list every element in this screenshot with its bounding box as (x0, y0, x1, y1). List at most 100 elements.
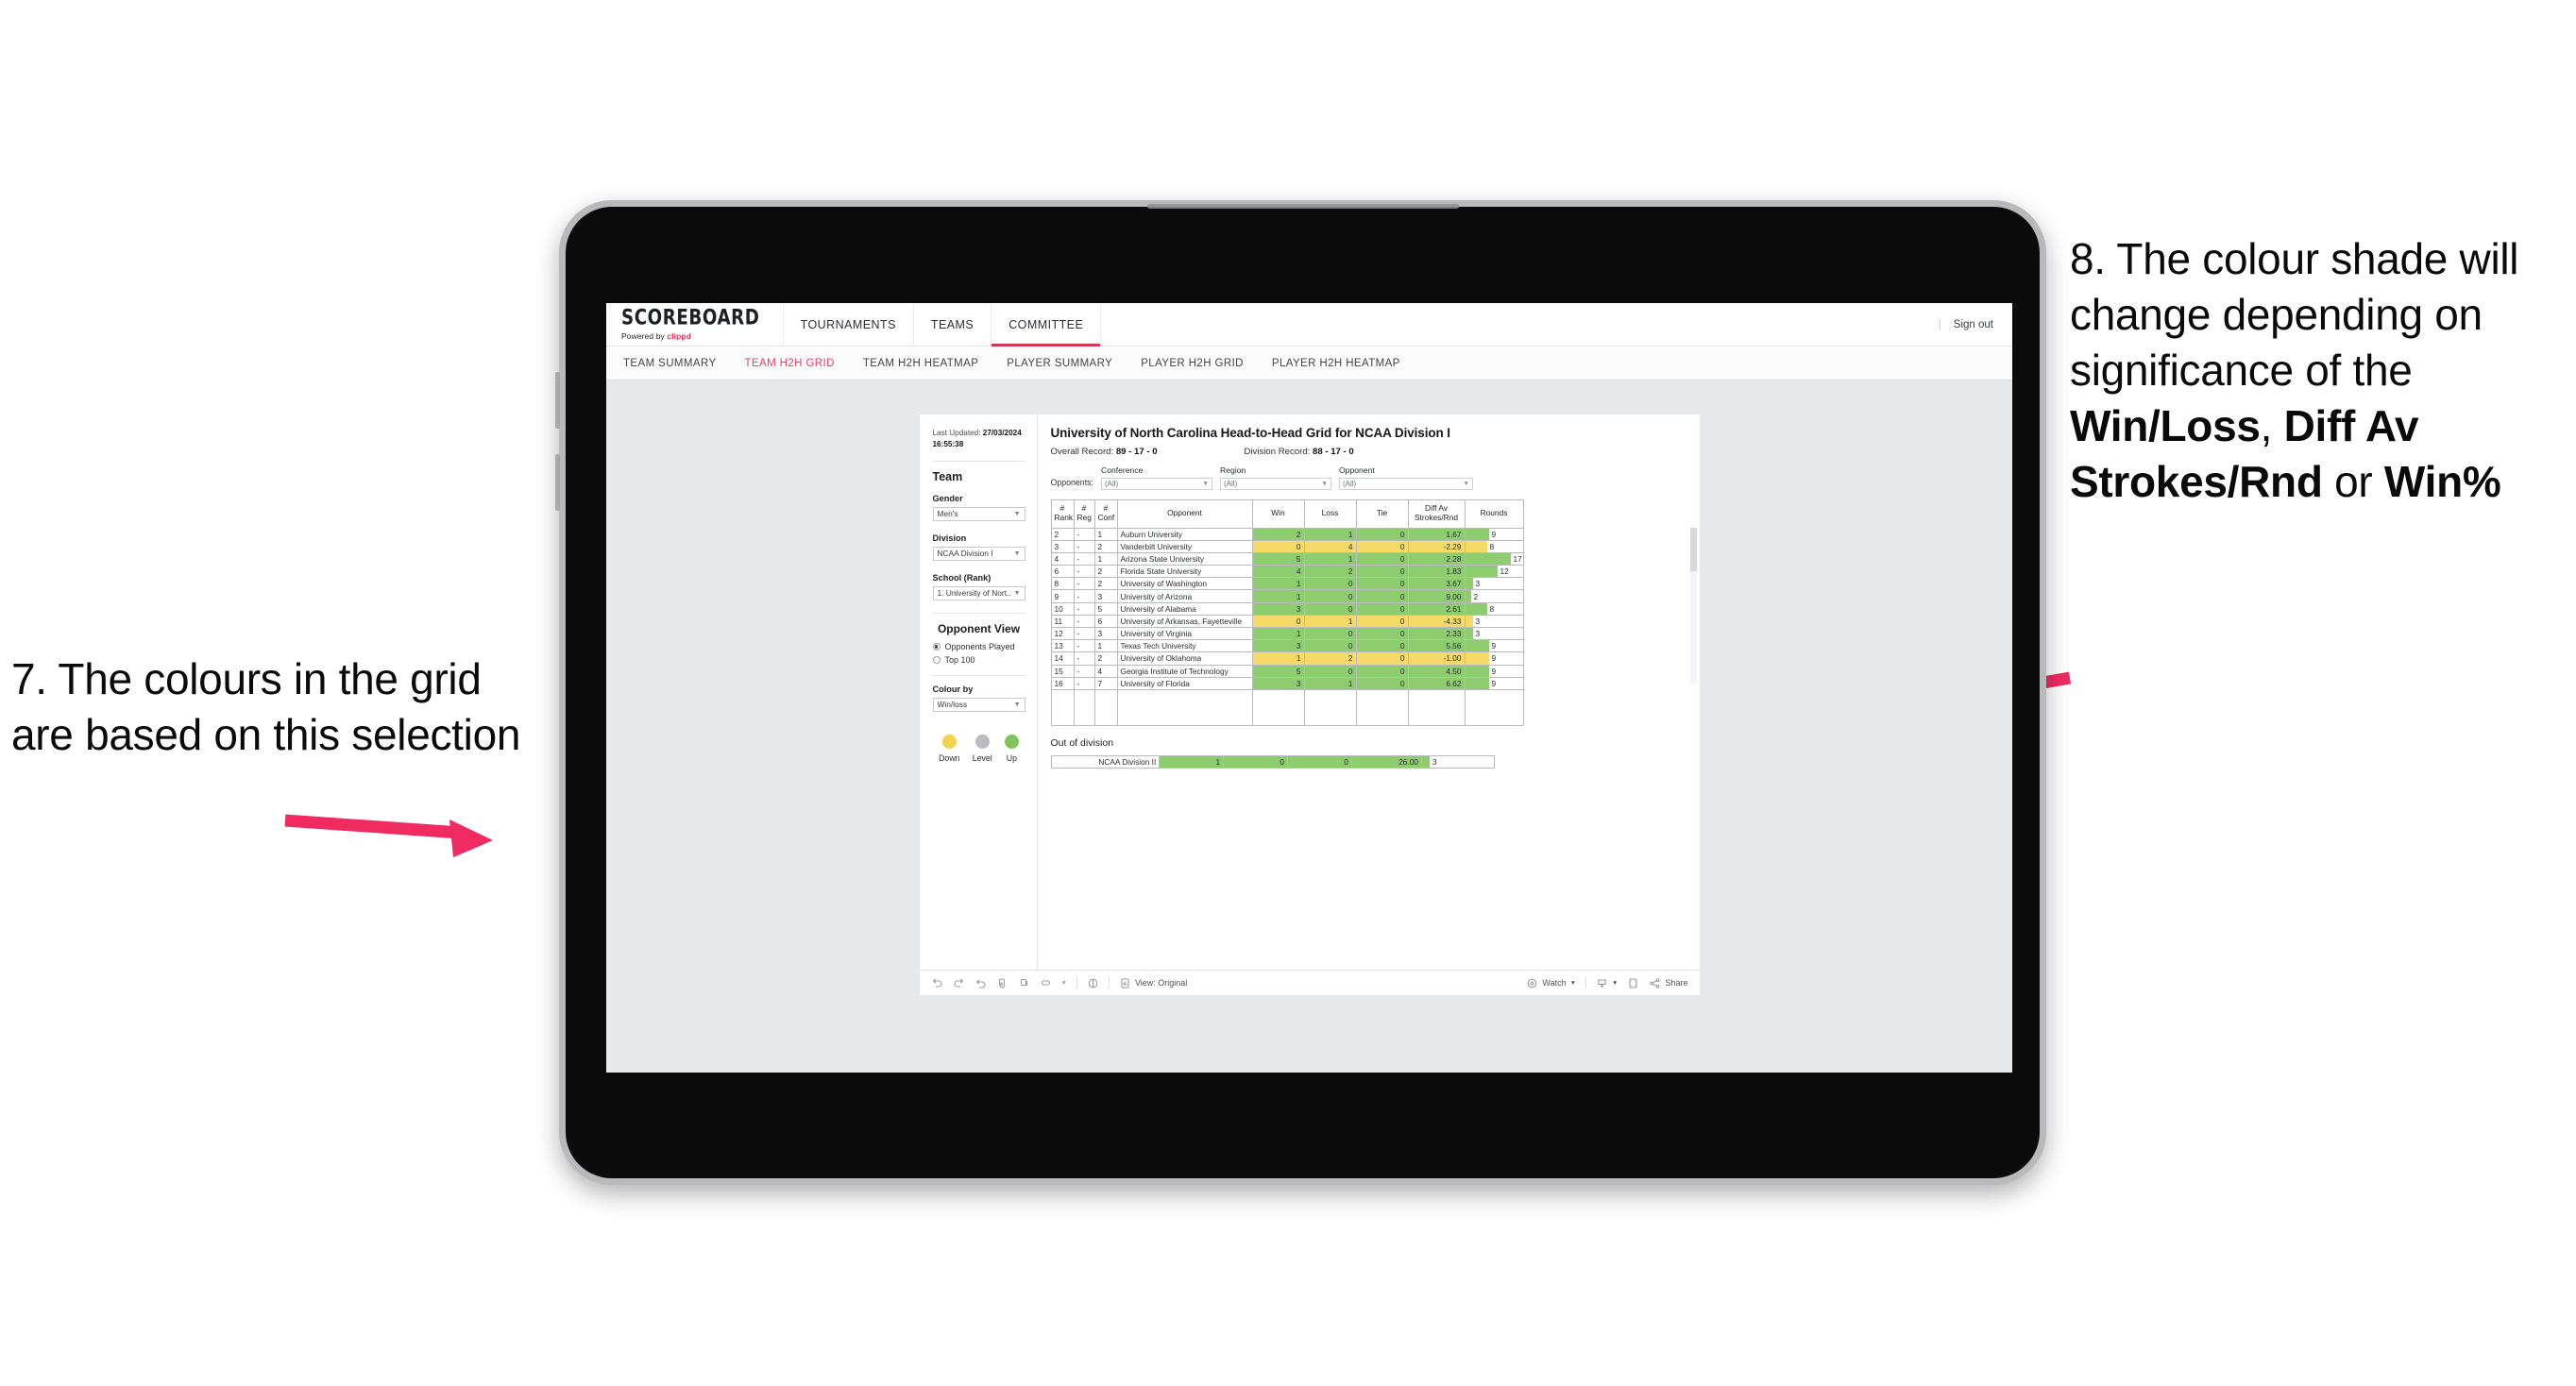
table-header-row: # Rank # Reg # Conf Opponent Win Loss Tie D… (1050, 499, 1524, 529)
view-original-button[interactable]: View: Original (1119, 977, 1187, 989)
cell-conf: 6 (1093, 614, 1118, 629)
cell-win: 4 (1251, 565, 1305, 579)
colour-by-select[interactable]: Win/loss ▼ (932, 697, 1025, 712)
cell-loss: 1 (1303, 551, 1357, 566)
table-row[interactable]: 4-1 Arizona State University 5 1 0 2.28 17 (1050, 551, 1524, 566)
nav-committee[interactable]: COMMITTEE (991, 303, 1102, 346)
chevron-down-icon: ▼ (1013, 510, 1021, 517)
signout-link[interactable]: Sign out (1954, 319, 1993, 330)
watch-button[interactable]: Watch ▼ (1526, 977, 1576, 989)
table-row[interactable]: 13-1 Texas Tech University 3 0 0 5.56 9 (1050, 639, 1524, 653)
cell-diff: 5.56 (1407, 639, 1466, 653)
school-rank-select[interactable]: 1. University of Nort... ▼ (932, 585, 1025, 600)
table-row[interactable]: 9-3 University of Arizona 1 0 0 9.00 2 (1050, 589, 1524, 603)
refresh-icon[interactable] (996, 977, 1008, 989)
table-row[interactable]: 3-2 Vanderbilt University 0 4 0 -2.29 8 (1050, 539, 1524, 553)
table-row[interactable]: 15-4 Georgia Institute of Technology 5 0 0 4.… (1050, 664, 1524, 678)
nav-teams[interactable]: TEAMS (914, 303, 992, 346)
cell-rounds: 8 (1464, 539, 1524, 553)
col-win[interactable]: Win (1251, 499, 1305, 529)
rounds-value: 8 (1489, 541, 1495, 551)
subnav-player-h2h-grid[interactable]: PLAYER H2H GRID (1141, 358, 1244, 369)
cell-reg: - (1073, 601, 1095, 616)
pause-icon[interactable] (1018, 977, 1030, 989)
opponents-label: Opponents: (1050, 477, 1093, 487)
cell-diff: 1.67 (1407, 527, 1466, 541)
table-row[interactable]: 6-2 Florida State University 4 2 0 1.83 12 (1050, 565, 1524, 579)
conference-select[interactable]: (All) ▼ (1100, 477, 1212, 490)
cell-opponent: University of Arkansas, Fayetteville (1116, 614, 1253, 629)
table-row[interactable]: 12-3 University of Virginia 1 0 0 2.33 3 (1050, 626, 1524, 641)
cell-rounds: 9 (1464, 527, 1524, 541)
chevron-down-icon: ▼ (1202, 480, 1209, 487)
cell-reg: - (1073, 676, 1095, 690)
division-record-value: 88 - 17 - 0 (1313, 447, 1354, 457)
col-rounds[interactable]: Rounds (1464, 499, 1524, 529)
cell-loss: 0 (1303, 577, 1357, 591)
download-button[interactable]: ▼ (1596, 977, 1618, 989)
rounds-bar (1465, 652, 1489, 665)
table-row[interactable]: 11-6 University of Arkansas, Fayetteville… (1050, 614, 1524, 629)
chevron-down-icon: ▼ (1013, 549, 1021, 557)
col-diff-av-strokes[interactable]: Diff Av Strokes/Rnd (1407, 499, 1466, 529)
watch-icon (1526, 977, 1538, 989)
subnav-team-h2h-grid[interactable]: TEAM H2H GRID (745, 358, 835, 369)
opponent-select[interactable]: (All) ▼ (1338, 477, 1473, 490)
rounds-value: 17 (1513, 553, 1522, 564)
cell-reg: - (1073, 651, 1095, 666)
nav-tournaments[interactable]: TOURNAMENTS (784, 303, 914, 346)
table-row[interactable]: 8-2 University of Washington 1 0 0 3.67 3 (1050, 577, 1524, 591)
col-loss[interactable]: Loss (1303, 499, 1357, 529)
cell-win: 3 (1251, 639, 1305, 653)
division-record-label: Division Record: (1244, 447, 1313, 457)
region-select[interactable]: (All) ▼ (1219, 477, 1331, 490)
cell-diff: 6.62 (1407, 676, 1466, 690)
chevron-down-icon: ▼ (1321, 480, 1328, 487)
blank-loss (1303, 688, 1357, 726)
table-row[interactable]: 2-1 Auburn University 2 1 0 1.67 9 (1050, 527, 1524, 541)
col-rank-l1: # (1059, 503, 1065, 514)
viz-main-panel: University of North Carolina Head-to-Hea… (1038, 414, 1700, 970)
filter-region-label: Region (1219, 465, 1246, 475)
cell-opponent: Texas Tech University (1116, 639, 1253, 653)
caret-down-icon[interactable]: ▼ (1061, 980, 1067, 987)
subnav-team-h2h-heatmap[interactable]: TEAM H2H HEATMAP (863, 358, 978, 369)
highlight-icon[interactable] (1040, 977, 1052, 989)
subnav-player-h2h-heatmap[interactable]: PLAYER H2H HEATMAP (1272, 358, 1400, 369)
gender-select[interactable]: Men's ▼ (932, 506, 1025, 521)
col-reg[interactable]: # Reg (1073, 499, 1095, 529)
radio-opponents-played[interactable]: Opponents Played (932, 642, 1025, 651)
col-tie[interactable]: Tie (1355, 499, 1409, 529)
share-button[interactable]: Share (1649, 977, 1688, 989)
col-conf[interactable]: # Conf (1093, 499, 1118, 529)
cell-rank: 10 (1050, 601, 1075, 616)
cell-reg: - (1073, 539, 1095, 553)
subnav-team-summary[interactable]: TEAM SUMMARY (623, 358, 717, 369)
table-row[interactable]: 16-7 University of Florida 3 1 0 6.62 9 (1050, 676, 1524, 690)
cell-diff: 9.00 (1407, 589, 1466, 603)
opponent-filters: Opponents: Conference (All) ▼ Region (Al… (1051, 465, 1686, 490)
ood-rounds: 3 (1420, 754, 1495, 769)
subnav-player-summary[interactable]: PLAYER SUMMARY (1007, 358, 1112, 369)
col-rank[interactable]: # Rank (1050, 499, 1075, 529)
help-icon[interactable] (1087, 977, 1099, 989)
cell-opponent: Vanderbilt University (1116, 539, 1253, 553)
annotation-8-pre: 8. The colour shade will change dependin… (2070, 234, 2519, 395)
undo-icon[interactable] (931, 977, 943, 989)
table-row[interactable]: 14-2 University of Oklahoma 1 2 0 -1.00 9 (1050, 651, 1524, 666)
ood-label: NCAA Division II (1050, 754, 1161, 769)
cell-diff: 2.61 (1407, 601, 1466, 616)
radio-top-100[interactable]: Top 100 (932, 655, 1025, 665)
revert-icon[interactable] (974, 977, 987, 989)
table-scrollbar[interactable] (1689, 527, 1697, 684)
redo-icon[interactable] (953, 977, 965, 989)
division-select[interactable]: NCAA Division I ▼ (932, 546, 1025, 561)
cell-rounds: 17 (1464, 551, 1524, 566)
table-scrollbar-thumb[interactable] (1689, 527, 1697, 571)
cell-diff: -1.00 (1407, 651, 1466, 666)
cell-loss: 0 (1303, 664, 1357, 678)
col-opponent[interactable]: Opponent (1116, 499, 1253, 529)
fullscreen-icon[interactable] (1627, 977, 1639, 989)
table-row[interactable]: 10-5 University of Alabama 3 0 0 2.61 8 (1050, 601, 1524, 616)
toolbar-divider-1 (1076, 977, 1077, 989)
